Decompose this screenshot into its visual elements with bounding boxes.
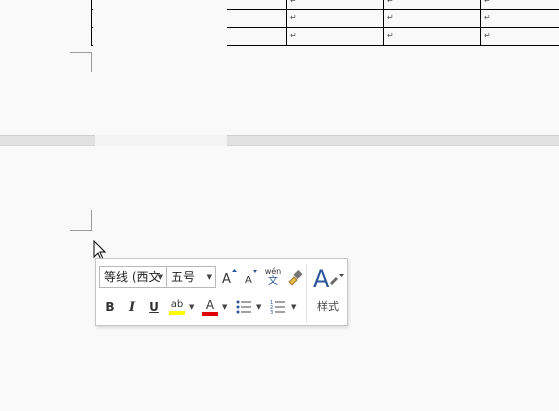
phonetic-guide-char: 文 [268,276,278,287]
cell-paragraph-mark: ↵ [387,0,394,5]
chevron-down-icon[interactable]: ▼ [158,267,163,287]
chevron-down-icon[interactable]: ▼ [222,303,227,311]
font-color-swatch [202,311,218,316]
font-size-value: 五号 [171,270,196,284]
shrink-font-icon: A [245,270,257,286]
page-break-gap [0,135,559,146]
crop-mark [91,52,92,72]
chevron-down-icon[interactable]: ▼ [207,267,212,287]
cell-paragraph-mark: ↵ [387,13,394,22]
styles-button[interactable]: A [311,263,345,293]
font-size-combo[interactable]: 五号 ▼ [166,266,216,288]
font-color-button[interactable]: A [200,297,220,317]
grow-font-icon: A [222,269,237,287]
highlight-color-swatch [169,311,185,315]
bold-button[interactable]: B [101,297,119,317]
crop-mark [91,210,92,230]
cell-paragraph-mark: ↵ [290,31,297,40]
font-color-label: A [205,297,215,312]
svg-text:3: 3 [270,310,273,315]
font-name-combo[interactable]: 等线 (西文 ▼ [99,266,167,288]
cell-paragraph-mark: ↵ [387,31,394,40]
table-rule [480,0,481,45]
numbered-list-icon: 1 2 3 [270,300,285,315]
selection-gap [93,0,227,46]
styles-label: 样式 [317,300,339,313]
bullet-list-icon [236,300,251,314]
cell-paragraph-mark: ↵ [484,31,491,40]
chevron-down-icon[interactable]: ▼ [189,303,194,311]
table-rule [91,0,92,45]
format-painter-button[interactable] [285,266,305,288]
styles-glyph: A [313,265,330,293]
table-rule [383,0,384,45]
crop-mark [70,230,92,231]
underline-button[interactable]: U [145,297,163,317]
grow-font-button[interactable]: A [220,266,238,288]
shrink-font-button[interactable]: A [242,266,260,288]
table-rule [286,0,287,45]
italic-button[interactable]: I [123,297,141,317]
chevron-down-icon[interactable]: ▼ [256,303,261,311]
numbering-button[interactable]: 1 2 3 [268,297,288,317]
phonetic-guide-pinyin: wén [264,267,282,276]
crop-mark [70,52,92,53]
toolbar-divider [306,264,307,322]
cell-paragraph-mark: ↵ [484,0,491,5]
document-page-upper: ↵ ↵ ↵ ↵ ↵ ↵ ↵ ↵ ↵ [0,0,559,135]
bullets-button[interactable] [234,297,254,317]
highlight-label: ab [170,299,184,310]
highlight-button[interactable]: ab [167,297,187,317]
cell-paragraph-mark: ↵ [290,13,297,22]
styles-icon: A [313,265,344,293]
font-name-value: 等线 (西文 [104,270,161,284]
chevron-down-icon[interactable]: ▼ [291,303,296,311]
cell-paragraph-mark: ↵ [290,0,297,5]
phonetic-guide-button[interactable]: wén 文 [263,266,283,288]
mini-toolbar: 等线 (西文 ▼ 五号 ▼ A A wén 文 B I U ab ▼ A ▼ ▼… [95,258,348,326]
document-table[interactable]: ↵ ↵ ↵ ↵ ↵ ↵ ↵ ↵ ↵ [91,0,559,46]
grow-font-glyph: A [222,272,231,287]
format-painter-icon [288,269,303,286]
cell-paragraph-mark: ↵ [484,13,491,22]
shrink-font-glyph: A [245,275,252,286]
